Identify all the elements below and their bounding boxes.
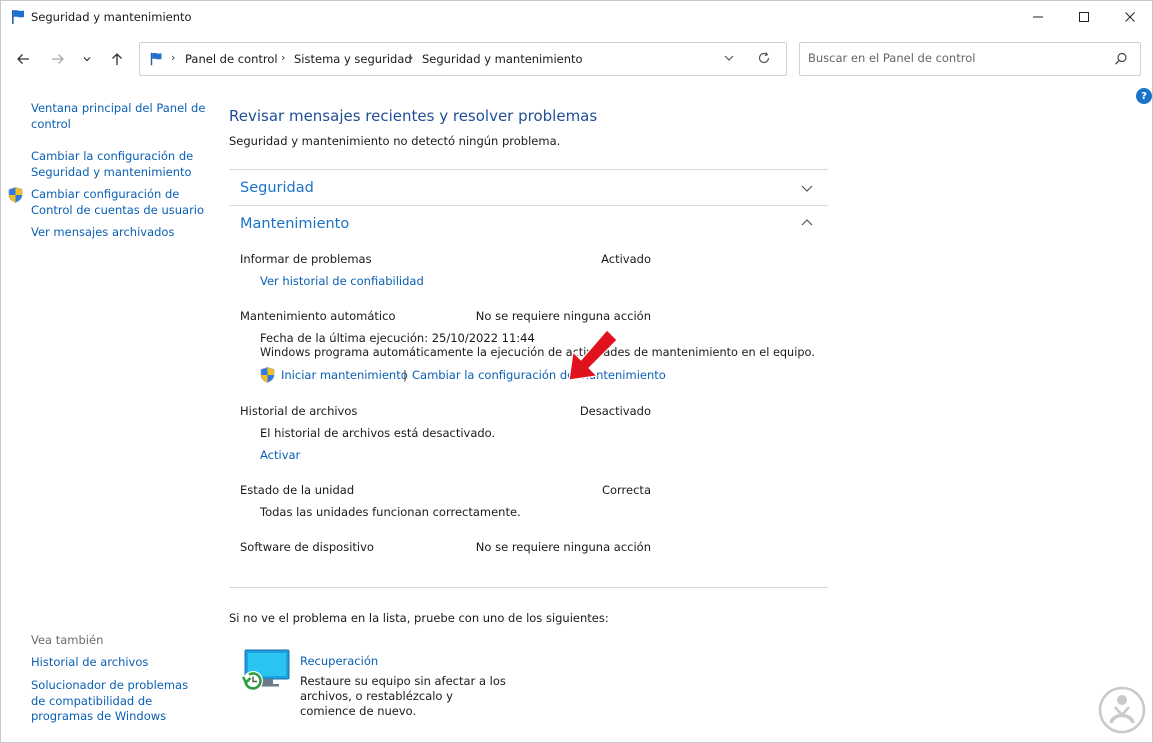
drive-status-value: Correcta [601,483,651,497]
change-maintenance-settings-link[interactable]: Cambiar la configuración de mantenimient… [412,368,666,382]
reliability-history-link[interactable]: Ver historial de confiabilidad [260,274,424,288]
search-box[interactable] [799,42,1141,76]
file-history-description: El historial de archivos está desactivad… [260,426,496,440]
sidebar-link-uac-settings[interactable]: Cambiar configuración de Control de cuen… [31,187,206,218]
help-icon[interactable]: ? [1136,88,1152,104]
uac-shield-icon [8,187,23,203]
problem-reports-label: Informar de problemas [240,252,372,266]
sidebar-link-compatibility-troubleshooter[interactable]: Solucionador de problemas de compatibili… [31,678,201,725]
forward-arrow-icon [52,54,64,64]
watermark-logo-icon [1098,686,1146,734]
section-security-header[interactable]: Seguridad [240,180,314,196]
up-arrow-icon [112,53,122,65]
address-bar[interactable]: › Panel de control › Sistema y seguridad… [139,42,787,76]
recovery-link[interactable]: Recuperación [300,654,378,668]
chevron-down-icon[interactable] [723,52,735,64]
back-arrow-icon [17,54,29,64]
minimize-button[interactable] [1015,1,1061,33]
sidebar-link-control-panel-home[interactable]: Ventana principal del Panel de control [31,101,206,132]
section-maintenance-header[interactable]: Mantenimiento [240,216,349,232]
auto-maintenance-label: Mantenimiento automático [240,309,396,323]
search-input[interactable] [808,51,1108,65]
up-button[interactable] [104,46,130,72]
refresh-icon[interactable] [757,51,771,65]
breadcrumb-separator-icon: › [409,51,414,64]
flag-icon [12,10,24,24]
forward-button[interactable] [45,46,71,72]
drive-status-description: Todas las unidades funcionan correctamen… [260,505,521,519]
divider [229,587,828,588]
uac-shield-icon [260,367,275,383]
maintenance-description: Windows programa automáticamente la ejec… [260,346,815,359]
drive-status-label: Estado de la unidad [240,483,355,497]
device-software-status: No se requiere ninguna acción [475,540,651,554]
title-bar: Seguridad y mantenimiento [1,1,1152,33]
auto-maintenance-status: No se requiere ninguna acción [475,309,651,323]
sidebar-link-change-security-settings[interactable]: Cambiar la configuración de Seguridad y … [31,149,206,180]
page-title: Revisar mensajes recientes y resolver pr… [229,107,598,125]
breadcrumb-panel-de-control[interactable]: Panel de control [185,52,278,66]
close-icon [1125,12,1135,22]
breadcrumb-separator-icon: › [281,51,286,64]
recovery-description-line: Restaure su equipo sin afectar a los [300,674,506,688]
back-button[interactable] [10,46,36,72]
breadcrumb-separator-icon: › [171,51,176,64]
maximize-button[interactable] [1061,1,1107,33]
start-maintenance-link[interactable]: Iniciar mantenimiento [281,368,408,382]
sidebar-link-archived-messages[interactable]: Ver mensajes archivados [31,225,206,241]
chevron-down-icon[interactable] [800,181,814,195]
problem-reports-status: Activado [601,252,651,266]
breadcrumb-sistema-y-seguridad[interactable]: Sistema y seguridad [294,52,412,66]
chevron-down-icon [83,57,91,62]
page-subtitle: Seguridad y mantenimiento no detectó nin… [229,134,561,148]
chevron-up-icon[interactable] [800,216,814,230]
search-icon[interactable] [1114,52,1128,66]
device-software-label: Software de dispositivo [240,540,374,554]
last-run-text: Fecha de la última ejecución: 25/10/2022… [260,331,535,345]
recovery-icon [241,649,290,691]
sidebar-link-file-history[interactable]: Historial de archivos [31,655,206,671]
file-history-label: Historial de archivos [240,404,358,418]
divider [229,205,828,206]
divider [229,169,828,170]
footer-prompt: Si no ve el problema en la lista, pruebe… [229,611,609,625]
close-button[interactable] [1107,1,1152,33]
control-panel-window: Seguridad y mantenimiento › Panel de con… [0,0,1153,743]
window-title: Seguridad y mantenimiento [31,10,192,24]
recovery-description-line: comience de nuevo. [300,704,417,718]
minimize-icon [1033,16,1043,18]
recent-locations-button[interactable] [77,46,97,72]
link-separator: | [403,368,407,382]
recovery-description-line: archivos, o restablézcalo y [300,689,453,703]
file-history-status: Desactivado [579,404,651,418]
breadcrumb-seguridad-y-mantenimiento[interactable]: Seguridad y mantenimiento [422,52,583,66]
flag-icon [150,52,162,66]
see-also-heading: Vea también [31,633,104,647]
activate-file-history-link[interactable]: Activar [260,448,300,462]
maximize-icon [1079,12,1089,22]
